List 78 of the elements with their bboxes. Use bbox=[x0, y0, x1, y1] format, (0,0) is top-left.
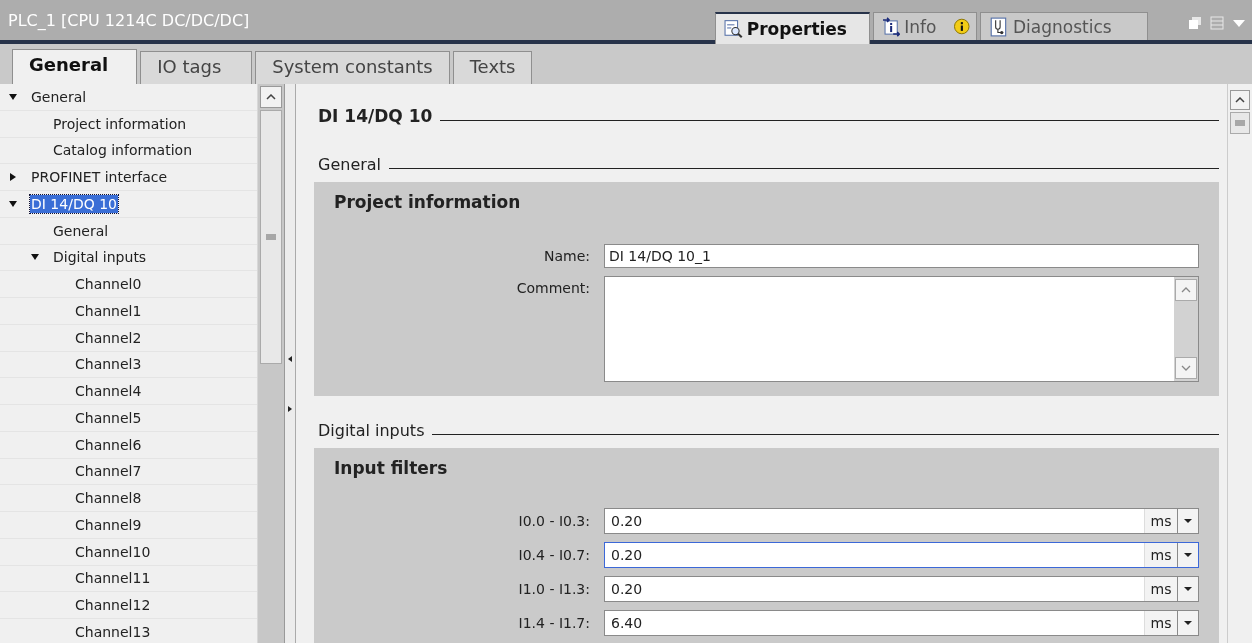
stethoscope-icon bbox=[989, 16, 1009, 37]
tree-item[interactable]: Channel8 bbox=[0, 485, 257, 512]
tree-item[interactable]: Catalog information bbox=[0, 137, 257, 165]
collapsed-triangle-icon[interactable] bbox=[8, 172, 18, 183]
down-triangle-icon bbox=[1183, 586, 1193, 592]
tree-item[interactable]: Channel1 bbox=[0, 298, 257, 325]
unit-label: ms bbox=[1144, 509, 1177, 533]
down-triangle-icon bbox=[1183, 552, 1193, 558]
filter-field[interactable]: 0.20 ms bbox=[604, 542, 1199, 568]
tree-item[interactable]: Channel10 bbox=[0, 538, 257, 566]
scroll-up-icon[interactable] bbox=[1181, 287, 1191, 293]
tree-item[interactable]: Channel0 bbox=[0, 271, 257, 298]
scrollbar[interactable] bbox=[257, 84, 284, 643]
scroll-up-button[interactable] bbox=[260, 86, 282, 108]
tree-item[interactable]: Channel2 bbox=[0, 324, 257, 352]
right-arrow-icon[interactable] bbox=[288, 406, 292, 412]
down-triangle-icon bbox=[1183, 620, 1193, 626]
filter-field[interactable]: 6.40 ms bbox=[604, 610, 1199, 636]
section-heading: General bbox=[318, 155, 382, 174]
filter-field[interactable]: 0.20 ms bbox=[604, 508, 1199, 534]
unit-label: ms bbox=[1144, 543, 1177, 567]
view-tab[interactable]: Properties bbox=[715, 12, 870, 44]
window-title: PLC_1 [CPU 1214C DC/DC/DC] bbox=[7, 11, 251, 32]
expanded-triangle-icon[interactable] bbox=[8, 91, 18, 102]
tab[interactable]: Texts bbox=[452, 51, 533, 84]
dropdown-button[interactable] bbox=[1177, 611, 1198, 635]
scroll-thumb[interactable] bbox=[1230, 112, 1250, 134]
tree-item[interactable]: Channel3 bbox=[0, 351, 257, 379]
down-triangle-icon bbox=[1183, 518, 1193, 524]
tree-item[interactable]: Channel6 bbox=[0, 431, 257, 459]
tab[interactable]: General bbox=[12, 49, 138, 84]
field-label: I1.4 - I1.7: bbox=[517, 615, 591, 631]
section-heading: DI 14/DQ 10 bbox=[318, 106, 433, 126]
restore-icon[interactable] bbox=[1188, 16, 1202, 30]
expanded-triangle-icon[interactable] bbox=[8, 198, 18, 209]
tree-item[interactable]: Channel12 bbox=[0, 592, 257, 619]
comment-field[interactable] bbox=[604, 276, 1199, 382]
tree-item[interactable]: General bbox=[0, 217, 257, 245]
tree-item[interactable]: Channel9 bbox=[0, 512, 257, 539]
up-caret-icon bbox=[266, 94, 276, 100]
tree-item[interactable]: Digital inputs bbox=[0, 244, 257, 272]
field-label: Name: bbox=[542, 248, 591, 264]
grip-icon bbox=[266, 234, 276, 240]
field-label: I0.4 - I0.7: bbox=[517, 547, 591, 563]
tree-item[interactable]: General bbox=[0, 84, 257, 111]
tree-item[interactable]: Channel4 bbox=[0, 378, 257, 405]
section-heading: Digital inputs bbox=[318, 421, 425, 440]
tree-item[interactable]: Channel7 bbox=[0, 458, 257, 486]
field-label: Comment: bbox=[515, 279, 591, 296]
view-tab[interactable]: Info bbox=[873, 12, 977, 40]
panel-title: Project information bbox=[334, 192, 522, 212]
dropdown-button[interactable] bbox=[1177, 577, 1198, 601]
up-caret-icon bbox=[1235, 97, 1245, 103]
tab[interactable]: System constants bbox=[255, 51, 450, 84]
tree-item[interactable]: Channel11 bbox=[0, 565, 257, 593]
scroll-up-button[interactable] bbox=[1230, 90, 1250, 110]
field-label: I0.0 - I0.3: bbox=[517, 513, 591, 529]
tab[interactable]: IO tags bbox=[140, 51, 253, 84]
grip-icon bbox=[1235, 120, 1245, 126]
scroll-down-icon[interactable] bbox=[1181, 365, 1191, 371]
scroll-thumb[interactable] bbox=[260, 110, 282, 364]
field-label: I1.0 - I1.3: bbox=[517, 581, 591, 597]
tree-item[interactable]: DI 14/DQ 10 bbox=[0, 191, 257, 218]
magnifier-icon bbox=[724, 19, 743, 39]
left-arrow-icon[interactable] bbox=[288, 356, 292, 362]
scrollbar[interactable] bbox=[1227, 84, 1252, 643]
dropdown-button[interactable] bbox=[1177, 509, 1198, 533]
unit-label: ms bbox=[1144, 577, 1177, 601]
unit-label: ms bbox=[1144, 611, 1177, 635]
name-field[interactable]: DI 14/DQ 10_1 bbox=[604, 244, 1199, 268]
dropdown-button[interactable] bbox=[1177, 543, 1198, 567]
panel-title: Input filters bbox=[334, 458, 449, 478]
info-arrows-icon bbox=[882, 16, 901, 37]
tree-item[interactable]: Project information bbox=[0, 110, 257, 138]
tree-item[interactable]: PROFINET interface bbox=[0, 164, 257, 191]
view-tab[interactable]: Diagnostics bbox=[980, 12, 1148, 40]
tree-item[interactable]: Channel5 bbox=[0, 405, 257, 432]
filter-field[interactable]: 0.20 ms bbox=[604, 576, 1199, 602]
